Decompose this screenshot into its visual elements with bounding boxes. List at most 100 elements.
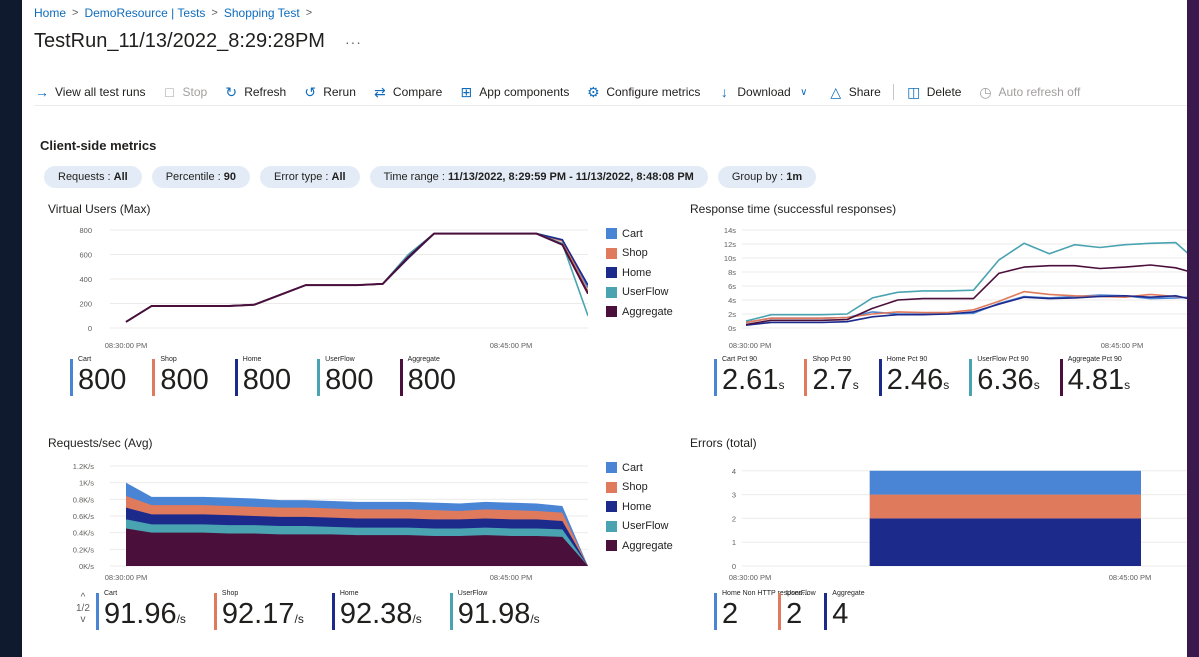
filter-requests[interactable]: Requests : All	[44, 166, 142, 188]
download-icon: ↓	[720, 84, 728, 100]
y-tick-label: 0.2K/s	[73, 545, 95, 554]
pager-up-button[interactable]: ^	[81, 592, 86, 603]
y-tick-label: 14s	[724, 226, 736, 235]
stat-unit: /s	[530, 612, 540, 626]
stat-color-bar	[213, 593, 217, 630]
y-tick-label: 10s	[724, 254, 736, 263]
bar-segment-home-non-http-respons	[869, 470, 1141, 495]
y-tick-label: 4	[732, 467, 736, 476]
legend-item-home[interactable]: Home	[606, 263, 673, 283]
stat-color-bar	[714, 593, 717, 630]
legend-item-shop[interactable]: Shop	[606, 478, 673, 498]
legend-item-userflow[interactable]: UserFlow	[606, 283, 673, 303]
stat-label: Home	[339, 590, 359, 597]
filter-label: Percentile :	[165, 171, 224, 183]
filter-error-type[interactable]: Error type : All	[260, 166, 360, 188]
stat-label: Cart Pct 90	[722, 356, 758, 363]
more-options-button[interactable]: ···	[345, 34, 362, 50]
filter-group-by[interactable]: Group by : 1m	[717, 166, 817, 188]
requests-per-sec-chart: 0K/s 0.2K/s 0.4K/s 0.6K/s 0.8K/s 1K/s 1.2K/s 08…	[73, 462, 588, 582]
legend-item-home[interactable]: Home	[606, 497, 673, 517]
legend-item-shop[interactable]: Shop	[606, 244, 673, 264]
refresh-icon: ↻	[225, 83, 238, 100]
panel-title: Response time (successful responses)	[690, 202, 897, 216]
share-button[interactable]: △ Share	[828, 84, 880, 101]
filter-value: 90	[223, 171, 237, 183]
chart-legend: Cart Shop Home UserFlow Aggregate	[606, 224, 673, 322]
legend-label: UserFlow	[622, 520, 669, 533]
stat-cart: Cart 800	[70, 356, 126, 396]
stat-unit: /s	[412, 612, 422, 626]
stat-color-bar	[969, 359, 973, 396]
stat-home-rps: Home 92.38/s	[331, 590, 422, 630]
legend-item-userflow[interactable]: UserFlow	[606, 517, 673, 537]
filter-value: 1m	[786, 171, 803, 183]
response-time-stats: Cart Pct 90 2.61s Shop Pct 90 2.7s Home Pc…	[714, 356, 1131, 396]
legend-item-aggregate[interactable]: Aggregate	[606, 536, 673, 556]
y-tick-label: 1K/s	[79, 479, 94, 488]
errors-stats: Home Non HTTP respons... 2 UserFlow 2 Aggr…	[714, 590, 865, 630]
stat-color-bar	[824, 593, 828, 630]
stop-button[interactable]: □ Stop	[162, 84, 208, 100]
y-tick-label: 0K/s	[79, 562, 94, 571]
breadcrumb-home[interactable]: Home	[34, 6, 66, 20]
stat-home: Home 800	[234, 356, 291, 396]
stat-color-bar	[331, 593, 335, 630]
x-tick-label: 08:30:00 PM	[105, 573, 148, 582]
x-tick-label: 08:45:00 PM	[490, 341, 533, 350]
breadcrumb-resource[interactable]: DemoResource | Tests	[84, 6, 205, 20]
virtual-users-chart: 0 200 400 600 800 08:30:00 PM 08:45:00 PM	[79, 226, 588, 350]
stat-label: UserFlow	[325, 356, 355, 363]
filter-value: 11/13/2022, 8:29:59 PM - 11/13/2022, 8:4…	[447, 171, 694, 183]
y-tick-label: 6s	[728, 282, 736, 291]
compare-label: Compare	[392, 85, 443, 99]
view-all-test-runs-button[interactable]: → View all test runs	[34, 84, 146, 100]
stat-aggregate-errors: Aggregate 4	[824, 590, 865, 630]
auto-refresh-button[interactable]: ◷ Auto refresh off	[977, 84, 1080, 101]
filter-time-range[interactable]: Time range : 11/13/2022, 8:29:59 PM - 11…	[369, 166, 708, 188]
chevron-right-icon: >	[305, 7, 313, 19]
stat-label: Cart	[78, 356, 92, 363]
filter-percentile[interactable]: Percentile : 90	[151, 166, 251, 188]
breadcrumb-test[interactable]: Shopping Test	[224, 6, 300, 20]
compare-icon: ⇄	[374, 83, 386, 100]
legend-label: Aggregate	[622, 305, 673, 318]
delete-button[interactable]: ◫ Delete	[906, 84, 962, 101]
legend-item-cart[interactable]: Cart	[606, 224, 673, 244]
stat-color-bar	[714, 359, 717, 396]
y-tick-label: 3	[732, 491, 736, 500]
app-components-label: App components	[479, 85, 570, 99]
configure-metrics-button[interactable]: ⚙ Configure metrics	[585, 84, 700, 101]
pager-down-button[interactable]: v	[80, 614, 85, 625]
stat-shop: Shop 800	[152, 356, 209, 396]
stat-number: 4.81	[1067, 364, 1125, 396]
compare-button[interactable]: ⇄ Compare	[372, 84, 442, 101]
stat-aggregate-pct90: Aggregate Pct 90 4.81s	[1059, 356, 1131, 396]
stat-unit: s	[1124, 378, 1131, 392]
stat-number: 91.98	[457, 598, 531, 630]
y-tick-label: 800	[79, 226, 92, 235]
delete-label: Delete	[926, 85, 962, 99]
legend-item-aggregate[interactable]: Aggregate	[606, 302, 673, 322]
chevron-right-icon: >	[211, 7, 218, 19]
refresh-button[interactable]: ↻ Refresh	[223, 84, 286, 101]
stat-number: 6.36	[977, 364, 1034, 396]
legend-item-cart[interactable]: Cart	[606, 458, 673, 478]
title-row: TestRun_11/13/2022_8:29:28PM ···	[34, 30, 362, 53]
stats-pager: ^ 1/2 v	[76, 592, 90, 625]
stat-number: 91.96	[104, 598, 177, 630]
stat-label: Aggregate Pct 90	[1067, 356, 1122, 363]
chevron-down-icon: ∨	[800, 86, 808, 98]
legend-swatch	[606, 306, 617, 318]
stop-label: Stop	[182, 85, 208, 99]
y-tick-label: 0	[88, 324, 92, 333]
stat-color-bar	[70, 359, 73, 396]
app-components-button[interactable]: ⊞ App components	[458, 84, 569, 101]
rerun-button[interactable]: ↺ Rerun	[302, 84, 356, 101]
legend-label: Home	[622, 500, 652, 513]
download-button[interactable]: ↓ Download ∨	[716, 84, 811, 100]
legend-swatch	[606, 228, 617, 240]
stat-color-bar	[317, 359, 321, 396]
arrow-circle-right-icon: →	[35, 84, 49, 100]
clock-icon: ◷	[979, 83, 992, 100]
